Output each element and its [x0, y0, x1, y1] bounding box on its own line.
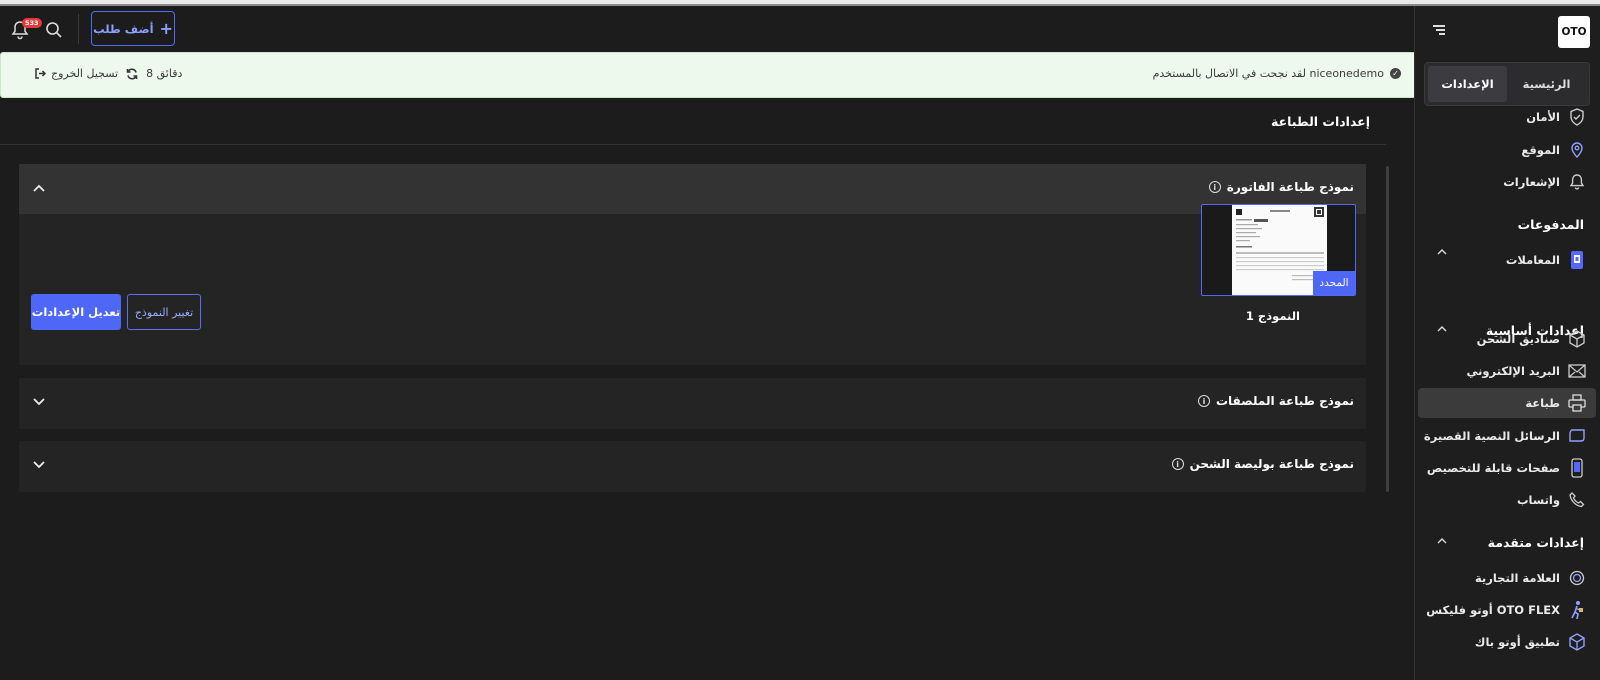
tab-home[interactable]: الرئيسية [1507, 66, 1586, 102]
info-icon[interactable]: i [1171, 458, 1184, 470]
labels-panel-title: نموذج طباعة الملصقات [1215, 394, 1354, 408]
menu-toggle-icon[interactable] [1433, 24, 1445, 36]
sidebar-item-oto-flex[interactable]: أوتو فليكس OTO FLEX [1426, 599, 1586, 621]
logout-button[interactable]: تسجيل الخروج [35, 67, 118, 80]
labels-panel-header[interactable]: نموذج طباعة الملصقات i [19, 378, 1366, 428]
sidebar-item-shipping-boxes[interactable]: صناديق الشحن [1477, 328, 1586, 350]
tab-settings[interactable]: الإعدادات [1428, 66, 1507, 102]
sidebar-item-custom-pages[interactable]: صفحات قابلة للتخصيص [1427, 457, 1586, 479]
section-advanced-title[interactable]: إعدادات متقدمة [1488, 535, 1584, 550]
connection-success-banner: ✓ لقد نجحت في الاتصال بالمستخدم niceoned… [0, 52, 1416, 98]
brand-icon [1568, 569, 1586, 587]
phone-icon [1568, 491, 1586, 509]
settings-sidebar: OTO الرئيسية الإعدادات الأمان الموقع الإ… [1414, 6, 1600, 680]
session-time: 8 دقائق [146, 67, 183, 80]
sidebar-item-label: تطبيق أوتو باك [1474, 635, 1560, 649]
notification-count-badge: 533 [22, 18, 42, 28]
search-icon[interactable] [45, 21, 63, 39]
top-header: 533 + أضف طلب [0, 6, 1414, 52]
mail-icon [1568, 362, 1586, 380]
change-template-button[interactable]: تغيير النموذج [127, 294, 201, 330]
add-order-button[interactable]: + أضف طلب [91, 11, 175, 46]
box-icon [1568, 330, 1586, 348]
courier-icon [1568, 601, 1586, 620]
chevron-down-icon[interactable] [33, 461, 45, 469]
sidebar-item-print[interactable]: طباعة [1418, 388, 1596, 418]
invoice-template-panel: نموذج طباعة الفاتورة i المحدد النموذج 1 … [19, 164, 1366, 365]
waybill-panel-title: نموذج طباعة بوليصة الشحن [1189, 457, 1354, 471]
title-divider [0, 144, 1386, 145]
page-title: إعدادات الطباعة [1270, 114, 1370, 129]
sidebar-item-label: صفحات قابلة للتخصيص [1426, 461, 1560, 475]
location-pin-icon [1568, 141, 1586, 159]
sidebar-item-transactions[interactable]: المعاملات [1506, 249, 1586, 271]
sidebar-item-label: البريد الإلكتروني [1466, 364, 1560, 378]
section-payments-title[interactable]: المدفوعات [1518, 217, 1584, 232]
sidebar-item-label: طباعة [1525, 396, 1560, 410]
sidebar-item-brand[interactable]: العلامة التجارية [1475, 567, 1586, 589]
sidebar-item-label: صناديق الشحن [1476, 332, 1560, 346]
main-tabs: الرئيسية الإعدادات [1424, 62, 1590, 106]
invoice-panel-header[interactable]: نموذج طباعة الفاتورة i [19, 164, 1366, 214]
chevron-up-icon[interactable] [1437, 249, 1447, 255]
sidebar-item-notifications[interactable]: الإشعارات [1503, 171, 1586, 193]
plus-icon: + [159, 18, 173, 38]
bell-icon [1568, 173, 1586, 191]
selected-badge: المحدد [1313, 271, 1355, 295]
sidebar-item-label: العلامة التجارية [1474, 571, 1560, 585]
sidebar-item-label: واتساب [1517, 493, 1560, 507]
invoice-panel-title: نموذج طباعة الفاتورة [1226, 180, 1354, 194]
content-scrollbar[interactable] [1386, 166, 1389, 492]
oto-logo[interactable]: OTO [1558, 16, 1590, 48]
refresh-icon[interactable] [126, 68, 138, 80]
chevron-up-icon[interactable] [1437, 326, 1447, 332]
add-order-label: أضف طلب [93, 21, 154, 36]
printer-icon [1568, 394, 1586, 412]
sidebar-item-label: الأمان [1526, 110, 1560, 124]
invoice-template-thumbnail[interactable]: المحدد [1201, 204, 1356, 296]
check-circle-icon: ✓ [1390, 68, 1401, 79]
sidebar-item-label: الرسائل النصية القصيرة [1423, 429, 1560, 443]
sidebar-item-oto-pack[interactable]: تطبيق أوتو باك [1475, 631, 1586, 653]
chevron-down-icon[interactable] [33, 398, 45, 406]
sms-icon [1568, 427, 1586, 445]
logout-icon [35, 68, 46, 79]
labels-template-panel[interactable]: نموذج طباعة الملصقات i [19, 378, 1366, 429]
transactions-icon [1568, 251, 1586, 269]
sidebar-item-label: المعاملات [1505, 253, 1560, 267]
chevron-up-icon[interactable] [1437, 538, 1447, 544]
info-icon[interactable]: i [1208, 181, 1221, 193]
sidebar-item-sms[interactable]: الرسائل النصية القصيرة [1424, 425, 1586, 447]
edit-settings-button[interactable]: تعديل الإعدادات [31, 294, 121, 330]
package-icon [1568, 633, 1586, 651]
waybill-template-panel[interactable]: نموذج طباعة بوليصة الشحن i [19, 441, 1366, 492]
logout-label: تسجيل الخروج [51, 67, 119, 80]
waybill-panel-header[interactable]: نموذج طباعة بوليصة الشحن i [19, 441, 1366, 491]
sidebar-item-whatsapp[interactable]: واتساب [1517, 489, 1586, 511]
chevron-up-icon[interactable] [33, 184, 45, 192]
sidebar-item-label: الموقع [1521, 143, 1560, 157]
sidebar-item-location[interactable]: الموقع [1521, 139, 1586, 161]
sidebar-item-email[interactable]: البريد الإلكتروني [1466, 360, 1586, 382]
shield-icon [1568, 108, 1586, 126]
sidebar-item-security[interactable]: الأمان [1526, 106, 1586, 128]
header-divider [78, 14, 79, 44]
template-name-label: النموذج 1 [1245, 309, 1300, 323]
phone-page-icon [1568, 458, 1586, 478]
info-icon[interactable]: i [1197, 395, 1210, 407]
banner-message: لقد نجحت في الاتصال بالمستخدم niceonedem… [1152, 67, 1384, 80]
sidebar-item-label: أوتو فليكس OTO FLEX [1426, 603, 1560, 617]
sidebar-item-label: الإشعارات [1503, 175, 1560, 189]
